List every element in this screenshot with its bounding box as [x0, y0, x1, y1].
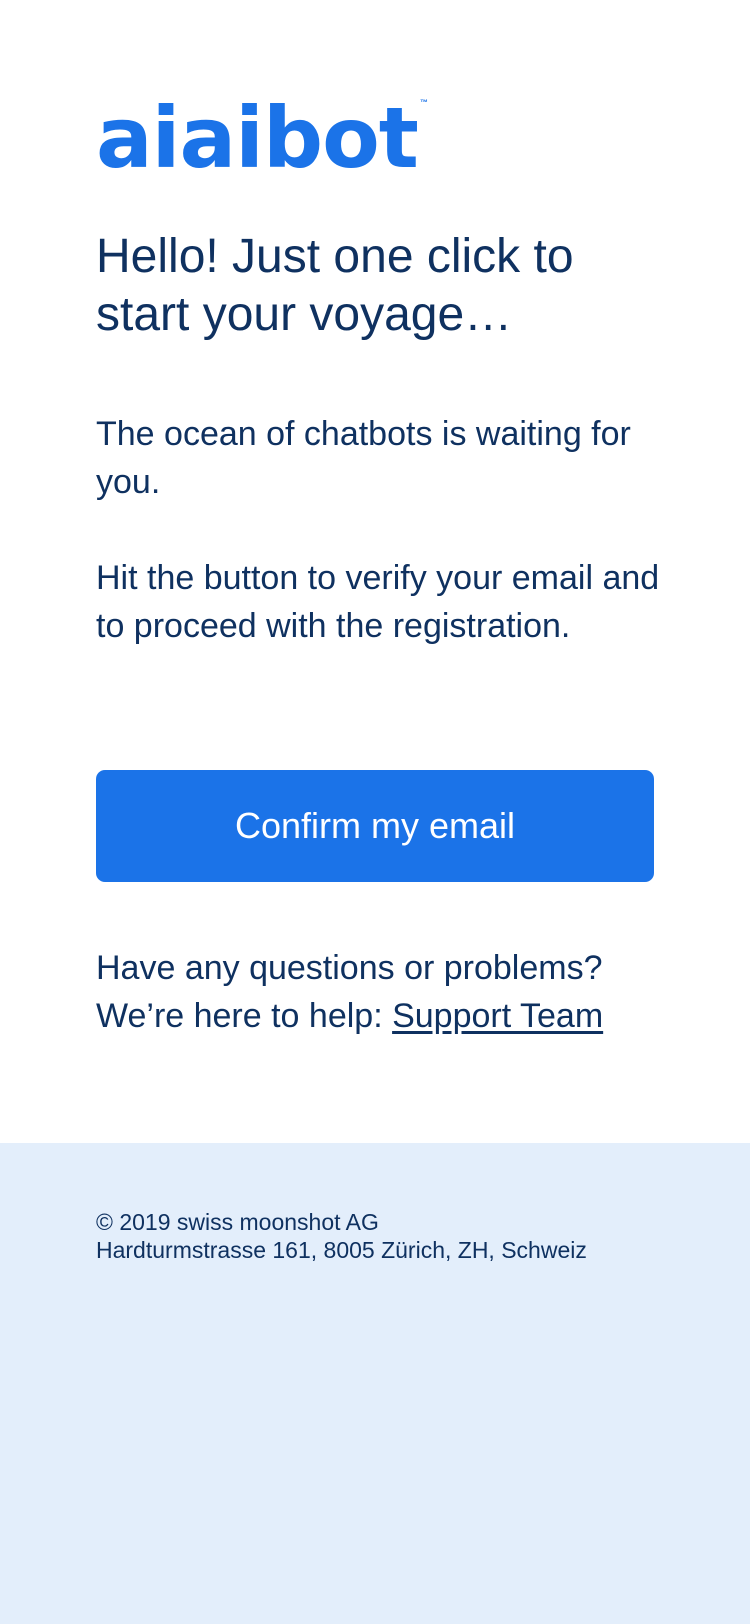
- instruction-paragraph: Hit the button to verify your email and …: [96, 559, 660, 645]
- footer: © 2019 swiss moonshot AG Hardturmstrasse…: [0, 1143, 750, 1624]
- headline: Hello! Just one click to start your voya…: [96, 230, 574, 341]
- footer-copyright: © 2019 swiss moonshot AG: [96, 1209, 379, 1235]
- aiaibot-logo: aiaibot ™: [96, 84, 428, 187]
- trademark-symbol: ™: [419, 98, 428, 107]
- support-team-link[interactable]: Support Team: [392, 997, 603, 1035]
- email-main-content: aiaibot ™ Hello! Just one click to start…: [0, 0, 750, 1143]
- footer-address: Hardturmstrasse 161, 8005 Zürich, ZH, Sc…: [96, 1237, 587, 1263]
- help-prefix: We’re here to help:: [96, 997, 393, 1035]
- intro-paragraph: The ocean of chatbots is waiting for you…: [96, 415, 631, 501]
- logo-wordmark: aiaibot: [96, 89, 419, 187]
- confirm-email-button[interactable]: Confirm my email: [96, 770, 654, 882]
- help-question: Have any questions or problems?: [96, 949, 603, 987]
- help-text: Have any questions or problems? We’re he…: [96, 944, 696, 1040]
